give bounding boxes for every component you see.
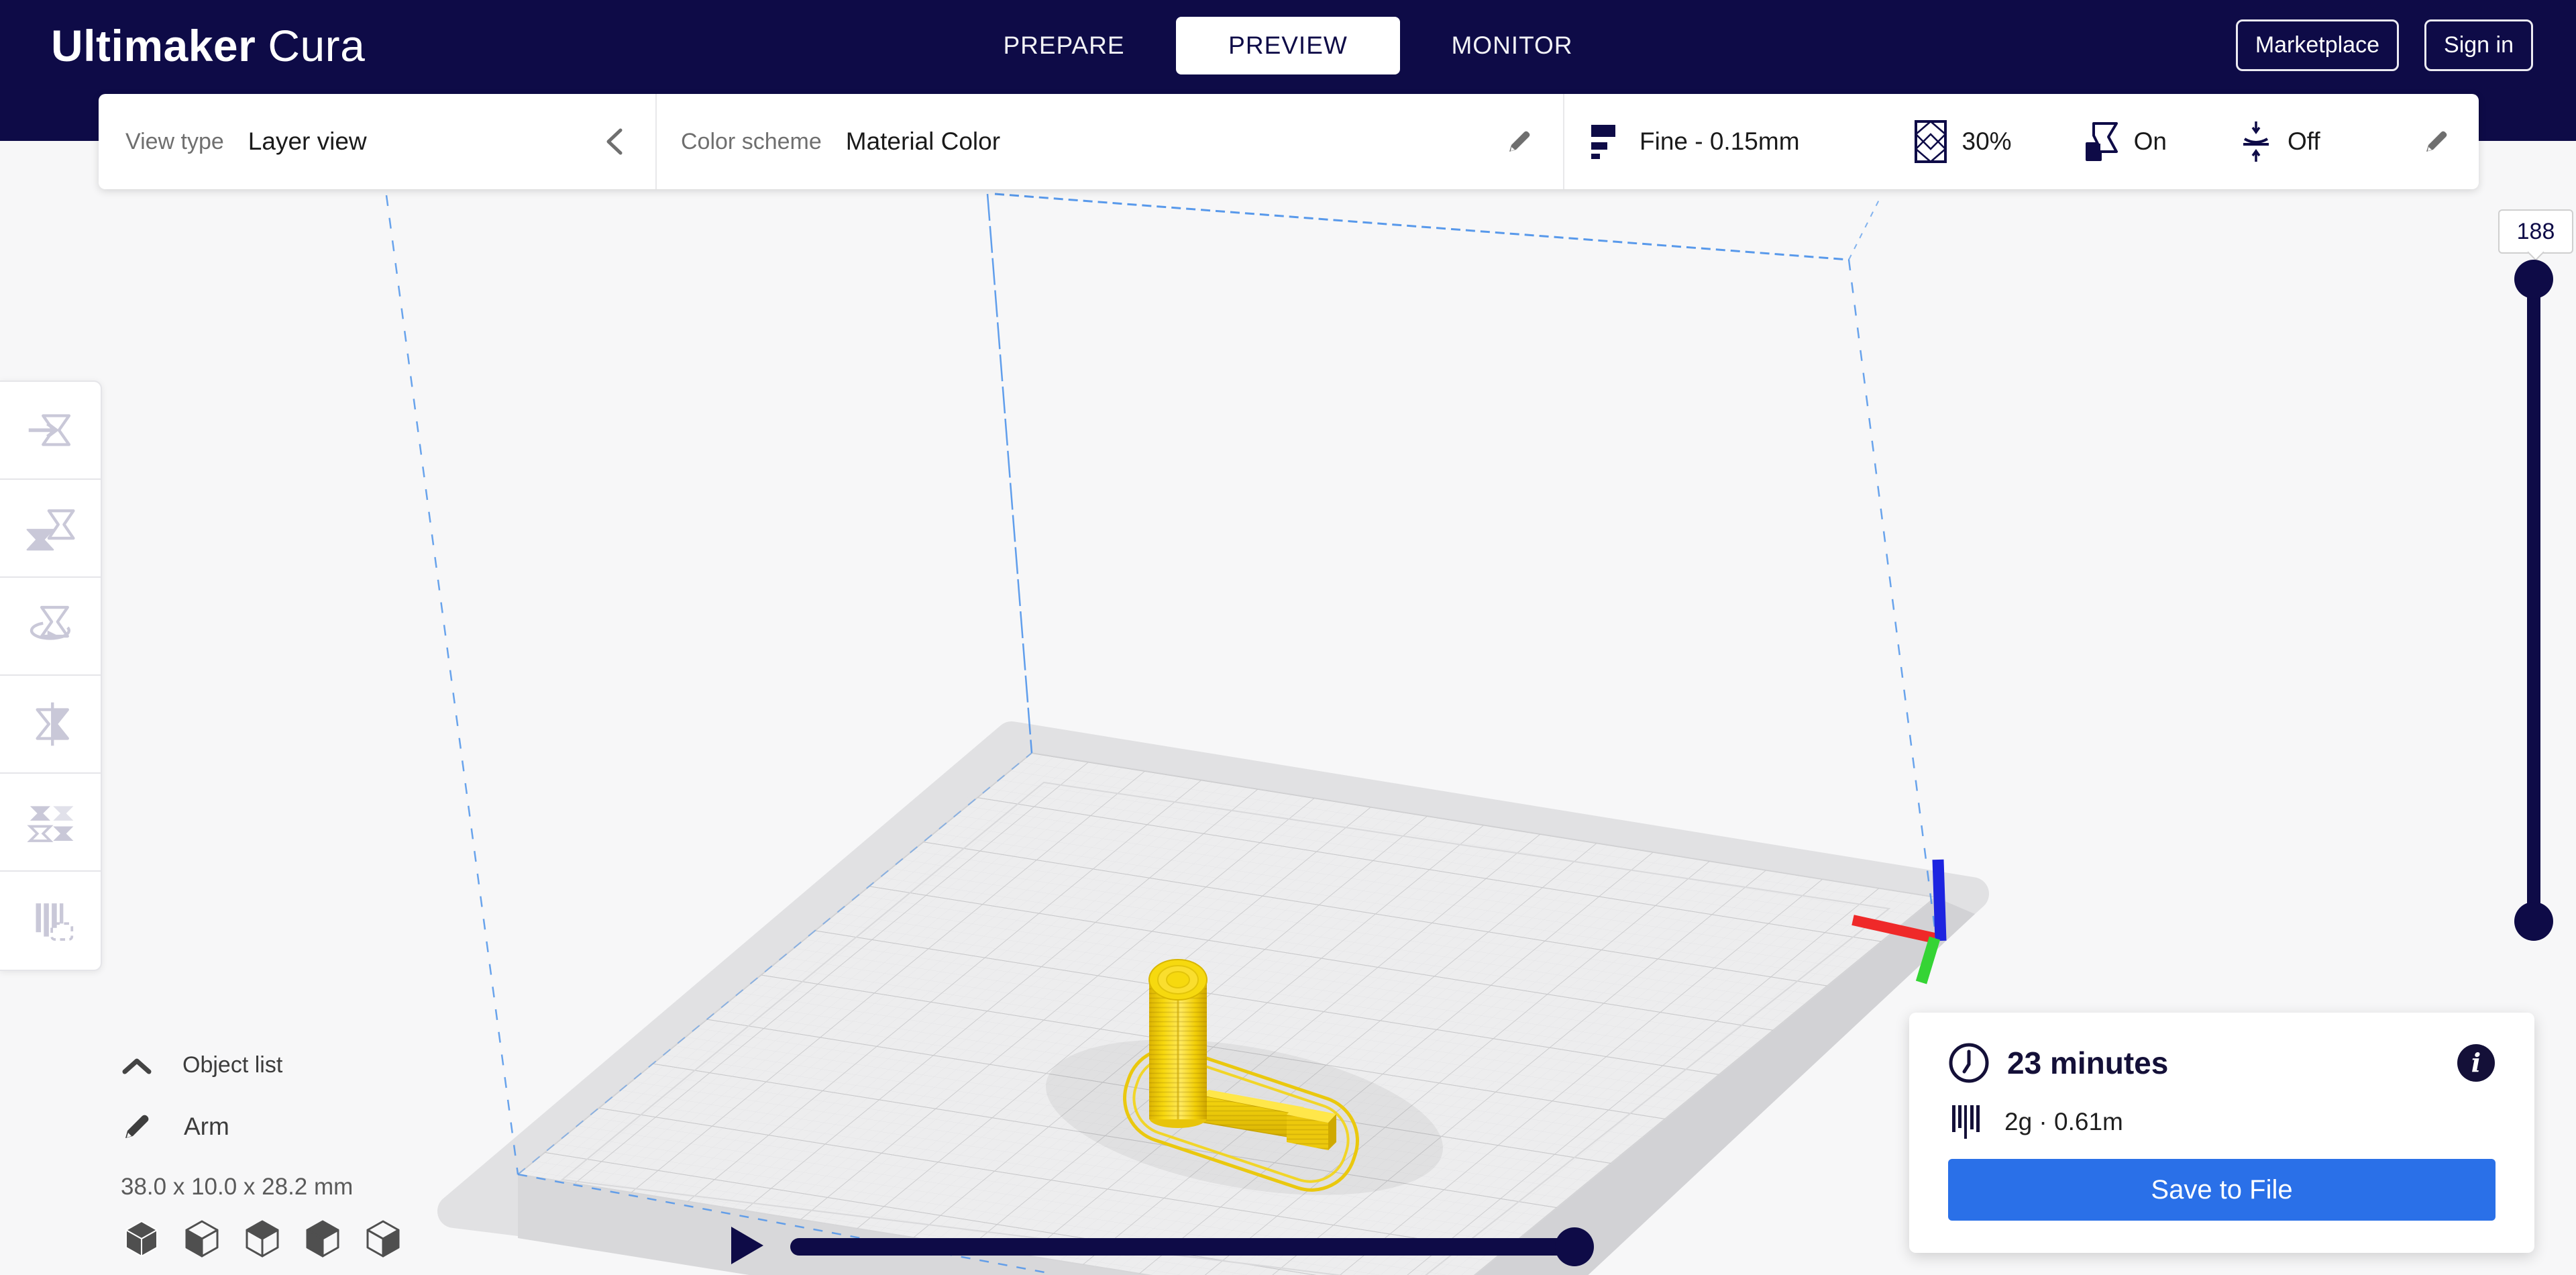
print-summary-card: 23 minutes i 2g · 0.61m Save to File [1909, 1013, 2534, 1253]
object-list-title: Object list [182, 1052, 282, 1078]
play-button[interactable] [729, 1225, 766, 1266]
view-3d-button[interactable] [122, 1219, 161, 1259]
per-model-settings-tool-button[interactable] [0, 774, 101, 872]
object-list-toggle[interactable]: Object list [121, 1052, 353, 1078]
scale-tool-icon [21, 499, 79, 557]
tab-prepare[interactable]: PREPARE [952, 17, 1176, 74]
logo-cura: Cura [268, 20, 365, 71]
object-list-item[interactable]: Arm [121, 1111, 353, 1143]
per-model-settings-tool-icon [21, 793, 79, 851]
sign-in-button[interactable]: Sign in [2424, 19, 2533, 71]
layer-slider-lower-handle[interactable] [2514, 902, 2553, 941]
rotate-tool-icon [21, 597, 79, 655]
layer-number-value: 188 [2517, 219, 2555, 245]
marketplace-button[interactable]: Marketplace [2236, 19, 2399, 71]
app-logo: Ultimaker Cura [51, 0, 365, 91]
move-tool-button[interactable] [0, 382, 101, 480]
material-usage-row: 2g · 0.61m [1951, 1103, 2123, 1141]
profile-setting: Fine - 0.15mm [1590, 122, 1800, 161]
tab-monitor[interactable]: MONITOR [1400, 17, 1624, 74]
print-settings-pencil-icon[interactable] [2422, 128, 2451, 156]
infill-icon [1914, 119, 1947, 164]
print-settings-panel[interactable]: Fine - 0.15mm 30% On Off [1563, 94, 2479, 189]
camera-view-presets [122, 1219, 402, 1259]
view-type-selector[interactable]: View type Layer view [99, 94, 655, 189]
infill-value: 30% [1962, 128, 2012, 156]
print-time-value: 23 minutes [2007, 1045, 2168, 1081]
view-type-value: Layer view [248, 128, 367, 156]
support-blocker-tool-button[interactable] [0, 872, 101, 970]
object-list-panel: Object list Arm 38.0 x 10.0 x 28.2 mm [121, 1052, 353, 1201]
rotate-tool-button[interactable] [0, 578, 101, 676]
print-time-row: 23 minutes i [1948, 1042, 2496, 1084]
support-value: On [2134, 128, 2167, 156]
color-scheme-selector[interactable]: Color scheme Material Color [655, 94, 1563, 189]
view-type-label: View type [125, 129, 224, 155]
adhesion-setting: Off [2239, 120, 2320, 163]
object-name: Arm [184, 1113, 229, 1141]
layer-slider-track[interactable] [2527, 278, 2540, 921]
stage-tabs: PREPARE PREVIEW MONITOR [952, 0, 1624, 91]
material-usage-value: 2g · 0.61m [2004, 1108, 2123, 1136]
tab-preview[interactable]: PREVIEW [1176, 17, 1400, 74]
pencil-icon[interactable] [1505, 128, 1534, 156]
layer-number-tooltip: 188 [2498, 209, 2573, 254]
svg-text:i: i [2471, 1048, 2481, 1078]
view-top-button[interactable] [243, 1219, 282, 1259]
view-left-button[interactable] [303, 1219, 342, 1259]
material-spool-icon [1951, 1103, 1986, 1141]
profile-value: Fine - 0.15mm [1640, 128, 1800, 156]
adhesion-value: Off [2288, 128, 2320, 156]
logo-ultimaker: Ultimaker [51, 20, 256, 71]
stage-toolbar: View type Layer view Color scheme Materi… [99, 94, 2479, 189]
clock-icon [1948, 1042, 1990, 1084]
tool-panel [0, 380, 102, 971]
edit-pencil-icon[interactable] [121, 1111, 153, 1143]
move-tool-icon [21, 401, 79, 459]
chevron-up-icon [121, 1056, 153, 1076]
view-front-button[interactable] [182, 1219, 221, 1259]
z-axis-blue [1938, 860, 1941, 941]
infill-setting: 30% [1914, 119, 2012, 164]
adhesion-icon [2239, 120, 2273, 163]
layer-slider-upper-handle[interactable] [2514, 260, 2553, 299]
save-to-file-button[interactable]: Save to File [1948, 1159, 2496, 1221]
simulation-scrubber-handle[interactable] [1555, 1227, 1594, 1266]
cura-window: Ultimaker Cura PREPARE PREVIEW MONITOR M… [0, 0, 2576, 1275]
color-scheme-label: Color scheme [681, 129, 822, 155]
object-dimensions: 38.0 x 10.0 x 28.2 mm [121, 1174, 353, 1201]
mirror-tool-icon [21, 695, 79, 753]
header-actions: Marketplace Sign in [2236, 0, 2533, 91]
layer-height-icon [1590, 122, 1625, 161]
simulation-scrubber-track[interactable] [790, 1238, 1578, 1256]
info-button[interactable]: i [2457, 1043, 2496, 1082]
mirror-tool-button[interactable] [0, 676, 101, 774]
view-right-button[interactable] [364, 1219, 402, 1259]
support-setting: On [2084, 121, 2167, 162]
support-icon [2084, 121, 2119, 162]
support-blocker-tool-icon [21, 892, 79, 950]
chevron-left-icon[interactable] [603, 126, 626, 157]
scale-tool-button[interactable] [0, 480, 101, 578]
color-scheme-value: Material Color [846, 128, 1000, 156]
